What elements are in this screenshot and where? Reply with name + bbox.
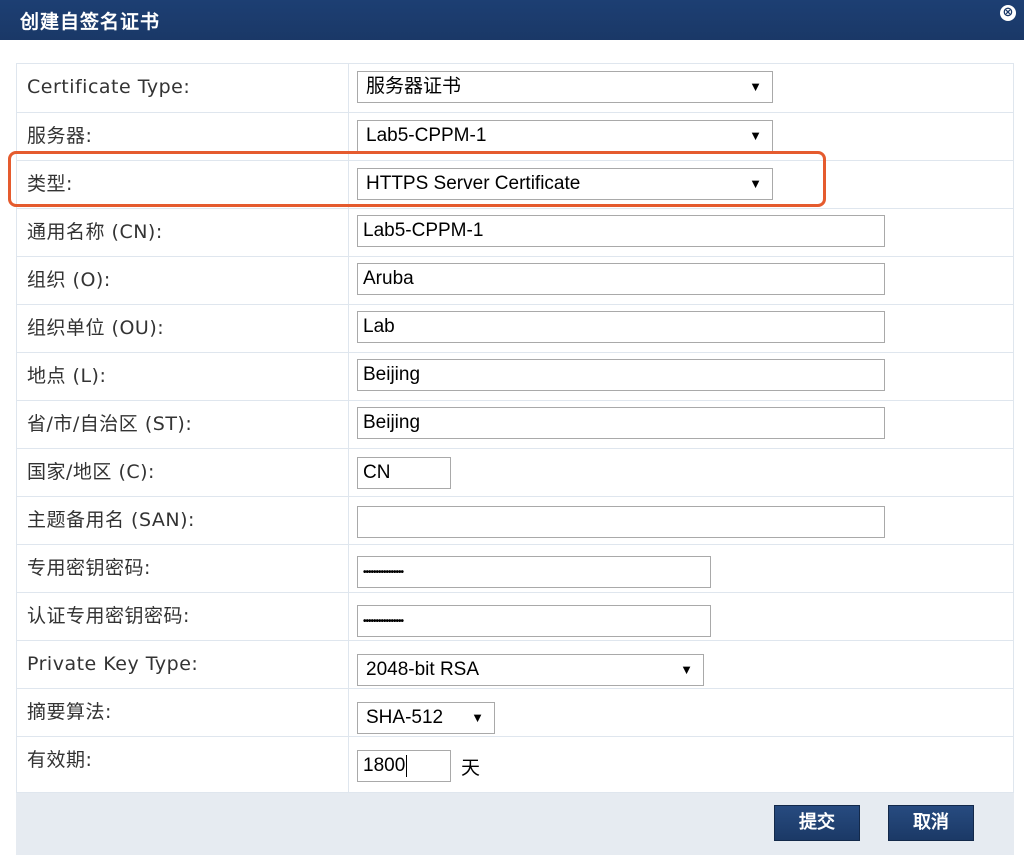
verify-private-key-password-input[interactable]: •••••••••••••••• (357, 605, 711, 637)
country-input[interactable]: CN (357, 457, 451, 489)
cancel-button[interactable]: 取消 (888, 805, 974, 841)
row-locality: 地点 (L): Beijing (17, 352, 1013, 400)
row-validity: 有效期: 1800 天 (17, 736, 1013, 792)
type-select[interactable]: HTTPS Server Certificate ▼ (357, 168, 773, 200)
country-label: 国家/地区 (C): (27, 461, 155, 483)
certificate-type-select[interactable]: 服务器证书 ▼ (357, 71, 773, 103)
private-key-password-input[interactable]: •••••••••••••••• (357, 556, 711, 588)
digest-algorithm-select[interactable]: SHA-512 ▼ (357, 702, 495, 734)
private-key-type-select[interactable]: 2048-bit RSA ▼ (357, 654, 704, 686)
validity-input[interactable]: 1800 (357, 750, 451, 782)
row-server: 服务器: Lab5-CPPM-1 ▼ (17, 112, 1013, 160)
row-private-key-type: Private Key Type: 2048-bit RSA ▼ (17, 640, 1013, 688)
common-name-label: 通用名称 (CN): (27, 221, 163, 243)
dropdown-arrow-icon: ▼ (749, 176, 762, 191)
dialog-titlebar: 创建自签名证书 ⊗ (0, 0, 1024, 40)
private-key-type-label: Private Key Type: (27, 653, 199, 675)
org-unit-label: 组织单位 (OU): (27, 317, 165, 339)
dialog-footer: 提交 取消 (16, 793, 1014, 855)
locality-label: 地点 (L): (27, 365, 107, 387)
verify-private-key-password-label: 认证专用密钥密码: (27, 605, 190, 627)
row-organization: 组织 (O): Aruba (17, 256, 1013, 304)
state-input[interactable]: Beijing (357, 407, 885, 439)
close-icon[interactable]: ⊗ (1000, 5, 1016, 21)
text-caret (406, 754, 408, 777)
locality-input[interactable]: Beijing (357, 359, 885, 391)
row-org-unit: 组织单位 (OU): Lab (17, 304, 1013, 352)
organization-label: 组织 (O): (27, 269, 111, 291)
row-private-key-password: 专用密钥密码: •••••••••••••••• (17, 544, 1013, 592)
row-san: 主题备用名 (SAN): (17, 496, 1013, 544)
type-label: 类型: (27, 173, 73, 195)
common-name-input[interactable]: Lab5-CPPM-1 (357, 215, 885, 247)
row-verify-private-key-password: 认证专用密钥密码: •••••••••••••••• (17, 592, 1013, 640)
dropdown-arrow-icon: ▼ (749, 79, 762, 94)
private-key-password-label: 专用密钥密码: (27, 557, 151, 579)
server-select[interactable]: Lab5-CPPM-1 ▼ (357, 120, 773, 152)
org-unit-input[interactable]: Lab (357, 311, 885, 343)
submit-button[interactable]: 提交 (774, 805, 860, 841)
row-type: 类型: HTTPS Server Certificate ▼ (17, 160, 1013, 208)
dialog-title: 创建自签名证书 (20, 11, 161, 33)
validity-label: 有效期: (27, 749, 93, 771)
row-digest-algorithm: 摘要算法: SHA-512 ▼ (17, 688, 1013, 736)
dropdown-arrow-icon: ▼ (471, 710, 484, 725)
certificate-form: Certificate Type: 服务器证书 ▼ 服务器: Lab5-CPPM… (16, 63, 1014, 793)
row-state: 省/市/自治区 (ST): Beijing (17, 400, 1013, 448)
certificate-type-label: Certificate Type: (27, 76, 191, 98)
row-country: 国家/地区 (C): CN (17, 448, 1013, 496)
row-common-name: 通用名称 (CN): Lab5-CPPM-1 (17, 208, 1013, 256)
server-label: 服务器: (27, 125, 93, 147)
state-label: 省/市/自治区 (ST): (27, 413, 193, 435)
san-label: 主题备用名 (SAN): (27, 509, 195, 531)
san-input[interactable] (357, 506, 885, 538)
organization-input[interactable]: Aruba (357, 263, 885, 295)
dropdown-arrow-icon: ▼ (680, 662, 693, 677)
row-certificate-type: Certificate Type: 服务器证书 ▼ (17, 64, 1013, 112)
digest-algorithm-label: 摘要算法: (27, 701, 112, 723)
dropdown-arrow-icon: ▼ (749, 128, 762, 143)
validity-unit: 天 (461, 757, 481, 779)
